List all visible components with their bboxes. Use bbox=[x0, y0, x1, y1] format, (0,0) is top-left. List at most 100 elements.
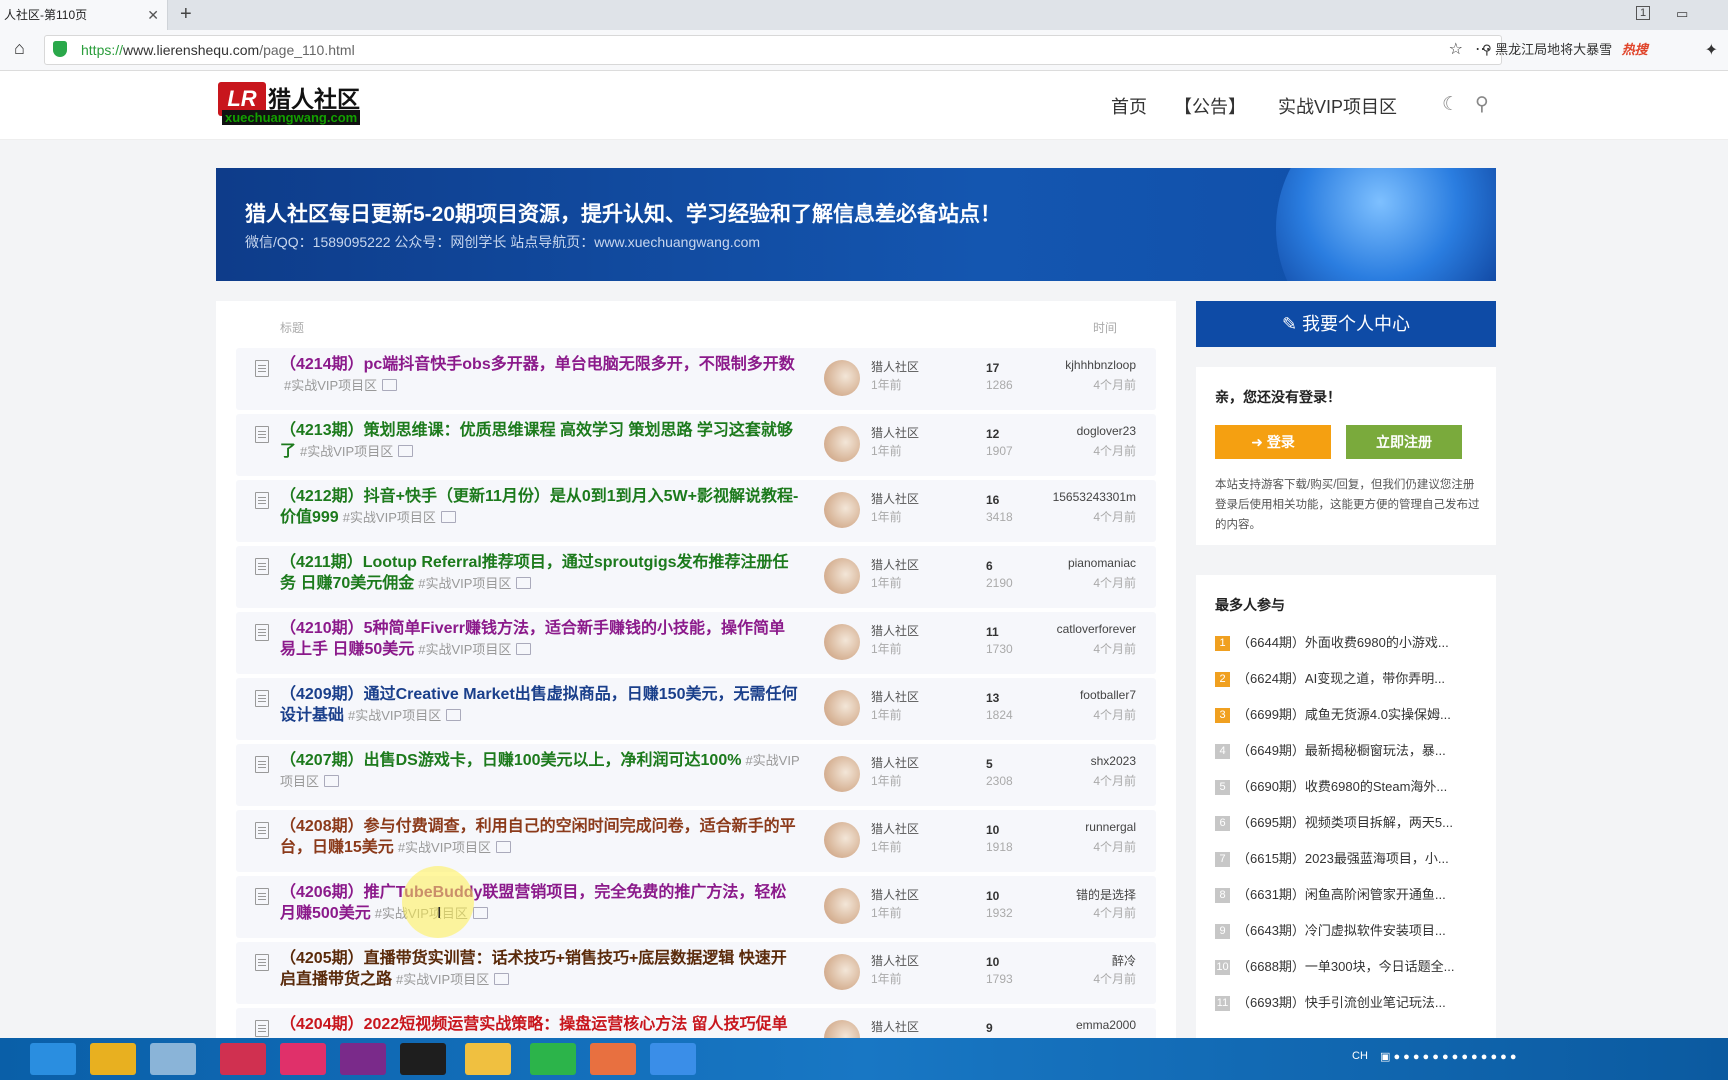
close-tab-icon[interactable]: ✕ bbox=[147, 0, 159, 30]
site-search-icon[interactable]: ⚲ bbox=[1475, 93, 1489, 116]
hot-topic-item[interactable]: 8 （6631期）闲鱼高阶闲管家开通鱼... bbox=[1215, 884, 1446, 903]
nav-vip-zone[interactable]: 实战VIP项目区 bbox=[1278, 93, 1397, 119]
topic-author[interactable]: 猎人社区 bbox=[871, 952, 919, 969]
taskbar-app-purple-icon[interactable] bbox=[340, 1043, 386, 1075]
user-center-button[interactable]: ✎ 我要个人中心 bbox=[1196, 301, 1496, 347]
topic-author[interactable]: 猎人社区 bbox=[871, 1018, 919, 1035]
avatar[interactable] bbox=[824, 492, 860, 528]
bookmark-star-icon[interactable]: ☆ bbox=[1449, 36, 1463, 64]
topic-row[interactable]: （4206期）推广TubeBuddy联盟营销项目，完全免费的推广方法，轻松月赚5… bbox=[236, 876, 1156, 938]
topic-row[interactable]: （4214期）pc端抖音快手obs多开器，单台电脑无限多开，不限制多开数 #实战V… bbox=[236, 348, 1156, 410]
nav-announcement[interactable]: 【公告】 bbox=[1174, 93, 1246, 119]
last-reply-user[interactable]: 错的是选择 bbox=[1076, 886, 1136, 903]
topic-row[interactable]: （4208期）参与付费调查，利用自己的空闲时间完成问卷，适合新手的平台，日赚15… bbox=[236, 810, 1156, 872]
avatar[interactable] bbox=[824, 888, 860, 924]
taskbar-baidu-netdisk-icon[interactable] bbox=[30, 1043, 76, 1075]
input-language[interactable]: CH bbox=[1352, 1050, 1368, 1062]
topic-author[interactable]: 猎人社区 bbox=[871, 358, 919, 375]
wardrobe-icon[interactable]: ▭ bbox=[1676, 6, 1688, 22]
topic-row[interactable]: （4212期）抖音+快手（更新11月份）是从0到1到月入5W+影视解说教程-价值… bbox=[236, 480, 1156, 542]
avatar[interactable] bbox=[824, 690, 860, 726]
topic-title[interactable]: （4204期）2022短视频运营实战策略：操盘运营核心方法 留人技巧促单 bbox=[280, 1014, 800, 1035]
topic-title[interactable]: （4208期）参与付费调查，利用自己的空闲时间完成问卷，适合新手的平台，日赚15… bbox=[280, 816, 800, 858]
topic-category[interactable]: #实战VIP项目区 bbox=[418, 576, 511, 591]
topic-author[interactable]: 猎人社区 bbox=[871, 754, 919, 771]
topic-category[interactable]: #实战VIP项目区 bbox=[343, 510, 436, 525]
avatar[interactable] bbox=[824, 558, 860, 594]
last-reply-user[interactable]: emma2000 bbox=[1076, 1018, 1136, 1032]
taskbar-wechat-icon[interactable] bbox=[530, 1043, 576, 1075]
taskbar-app-yellow-icon[interactable] bbox=[465, 1043, 511, 1075]
taskbar-qq-icon[interactable] bbox=[400, 1043, 446, 1075]
topic-category[interactable]: #实战VIP项目区 bbox=[348, 708, 441, 723]
topic-row[interactable]: （4210期）5种简单Fiverr赚钱方法，适合新手赚钱的小技能，操作简单易上手… bbox=[236, 612, 1156, 674]
dark-mode-moon-icon[interactable]: ☾ bbox=[1442, 93, 1459, 116]
browser-tab[interactable]: 人社区-第110页 ✕ bbox=[0, 0, 168, 30]
hot-topic-item[interactable]: 1 （6644期）外面收费6980的小游戏... bbox=[1215, 632, 1449, 651]
last-reply-user[interactable]: runnergal bbox=[1085, 820, 1136, 834]
last-reply-user[interactable]: footballer7 bbox=[1080, 688, 1136, 702]
hot-topic-item[interactable]: 2 （6624期）AI变现之道，带你弄明... bbox=[1215, 668, 1445, 687]
extension-icon[interactable]: ✦ bbox=[1705, 40, 1718, 60]
topic-author[interactable]: 猎人社区 bbox=[871, 820, 919, 837]
topic-author[interactable]: 猎人社区 bbox=[871, 490, 919, 507]
topic-author[interactable]: 猎人社区 bbox=[871, 886, 919, 903]
taskbar-lock-icon[interactable] bbox=[90, 1043, 136, 1075]
taskbar-notes-icon[interactable] bbox=[150, 1043, 196, 1075]
topic-row[interactable]: （4209期）通过Creative Market出售虚拟商品，日赚150美元，无… bbox=[236, 678, 1156, 740]
taskbar-app-orange-icon[interactable] bbox=[590, 1043, 636, 1075]
avatar[interactable] bbox=[824, 954, 860, 990]
last-reply-user[interactable]: pianomaniac bbox=[1068, 556, 1136, 570]
last-reply-user[interactable]: catloverforever bbox=[1057, 622, 1136, 636]
new-tab-button[interactable]: + bbox=[180, 3, 192, 26]
topic-author[interactable]: 猎人社区 bbox=[871, 424, 919, 441]
hot-topic-item[interactable]: 7 （6615期）2023最强蓝海项目，小... bbox=[1215, 848, 1449, 867]
topic-category[interactable]: #实战VIP项目区 bbox=[300, 444, 393, 459]
topic-author[interactable]: 猎人社区 bbox=[871, 622, 919, 639]
hot-topic-item[interactable]: 3 （6699期）咸鱼无货源4.0实操保姆... bbox=[1215, 704, 1451, 723]
topic-title[interactable]: （4209期）通过Creative Market出售虚拟商品，日赚150美元，无… bbox=[280, 684, 800, 726]
topic-category[interactable]: #实战VIP项目区 bbox=[398, 840, 491, 855]
last-reply-user[interactable]: doglover23 bbox=[1077, 424, 1136, 438]
hot-topic-item[interactable]: 6 （6695期）视频类项目拆解，两天5... bbox=[1215, 812, 1453, 831]
topic-title[interactable]: （4210期）5种简单Fiverr赚钱方法，适合新手赚钱的小技能，操作简单易上手… bbox=[280, 618, 800, 660]
home-icon[interactable]: ⌂ bbox=[14, 38, 25, 59]
topic-title[interactable]: （4213期）策划思维课：优质思维课程 高效学习 策划思路 学习这套就够了 #实战… bbox=[280, 420, 800, 462]
avatar[interactable] bbox=[824, 756, 860, 792]
topic-author[interactable]: 猎人社区 bbox=[871, 556, 919, 573]
taskbar-app-red-icon[interactable] bbox=[220, 1043, 266, 1075]
hot-topic-item[interactable]: 10 （6688期）一单300块，今日话题全... bbox=[1215, 956, 1454, 975]
login-button[interactable]: ➜ 登录 bbox=[1215, 425, 1331, 459]
hot-topic-item[interactable]: 4 （6649期）最新揭秘橱窗玩法，暴... bbox=[1215, 740, 1446, 759]
hot-topic-item[interactable]: 11 （6693期）快手引流创业笔记玩法... bbox=[1215, 992, 1446, 1011]
topic-title[interactable]: （4212期）抖音+快手（更新11月份）是从0到1到月入5W+影视解说教程-价值… bbox=[280, 486, 800, 528]
last-reply-user[interactable]: shx2023 bbox=[1091, 754, 1136, 768]
register-button[interactable]: 立即注册 bbox=[1346, 425, 1462, 459]
taskbar-app-pink-icon[interactable] bbox=[280, 1043, 326, 1075]
tray-icons[interactable]: ▣ ● ● ● ● ● ● ● ● ● ● ● ● ● bbox=[1380, 1050, 1517, 1063]
topic-row[interactable]: （4213期）策划思维课：优质思维课程 高效学习 策划思路 学习这套就够了 #实战… bbox=[236, 414, 1156, 476]
topic-category[interactable]: #实战VIP项目区 bbox=[418, 642, 511, 657]
browser-search-box[interactable]: ⚲ 黑龙江局地将大暴雪 热搜 bbox=[1482, 35, 1692, 65]
url-field[interactable]: https://www.lierenshequ.com/page_110.htm… bbox=[44, 35, 1502, 65]
site-logo[interactable]: LR 猎人社区 xuechuangwang.com bbox=[218, 80, 368, 128]
nav-home[interactable]: 首页 bbox=[1111, 93, 1147, 119]
taskbar-browser-icon[interactable] bbox=[650, 1043, 696, 1075]
topic-row[interactable]: （4205期）直播带货实训营：话术技巧+销售技巧+底层数据逻辑 快速开启直播带货… bbox=[236, 942, 1156, 1004]
avatar[interactable] bbox=[824, 822, 860, 858]
topic-title[interactable]: （4206期）推广TubeBuddy联盟营销项目，完全免费的推广方法，轻松月赚5… bbox=[280, 882, 800, 924]
avatar[interactable] bbox=[824, 426, 860, 462]
topic-author[interactable]: 猎人社区 bbox=[871, 688, 919, 705]
topic-row[interactable]: （4211期）Lootup Referral推荐项目，通过sproutgigs发… bbox=[236, 546, 1156, 608]
topic-title[interactable]: （4207期）出售DS游戏卡，日赚100美元以上，净利润可达100% #实战VIP… bbox=[280, 750, 800, 792]
last-reply-user[interactable]: 醉冷 bbox=[1112, 952, 1136, 969]
tab-count-icon[interactable]: 1 bbox=[1636, 6, 1651, 20]
hot-topic-item[interactable]: 5 （6690期）收费6980的Steam海外... bbox=[1215, 776, 1447, 795]
topic-category[interactable]: #实战VIP项目区 bbox=[284, 378, 377, 393]
hot-topic-item[interactable]: 9 （6643期）冷门虚拟软件安装项目... bbox=[1215, 920, 1446, 939]
topic-title[interactable]: （4205期）直播带货实训营：话术技巧+销售技巧+底层数据逻辑 快速开启直播带货… bbox=[280, 948, 800, 990]
topic-row[interactable]: （4207期）出售DS游戏卡，日赚100美元以上，净利润可达100% #实战VIP… bbox=[236, 744, 1156, 806]
topic-category[interactable]: #实战VIP项目区 bbox=[396, 972, 489, 987]
topic-title[interactable]: （4214期）pc端抖音快手obs多开器，单台电脑无限多开，不限制多开数 #实战V… bbox=[280, 354, 800, 396]
topic-title[interactable]: （4211期）Lootup Referral推荐项目，通过sproutgigs发… bbox=[280, 552, 800, 594]
